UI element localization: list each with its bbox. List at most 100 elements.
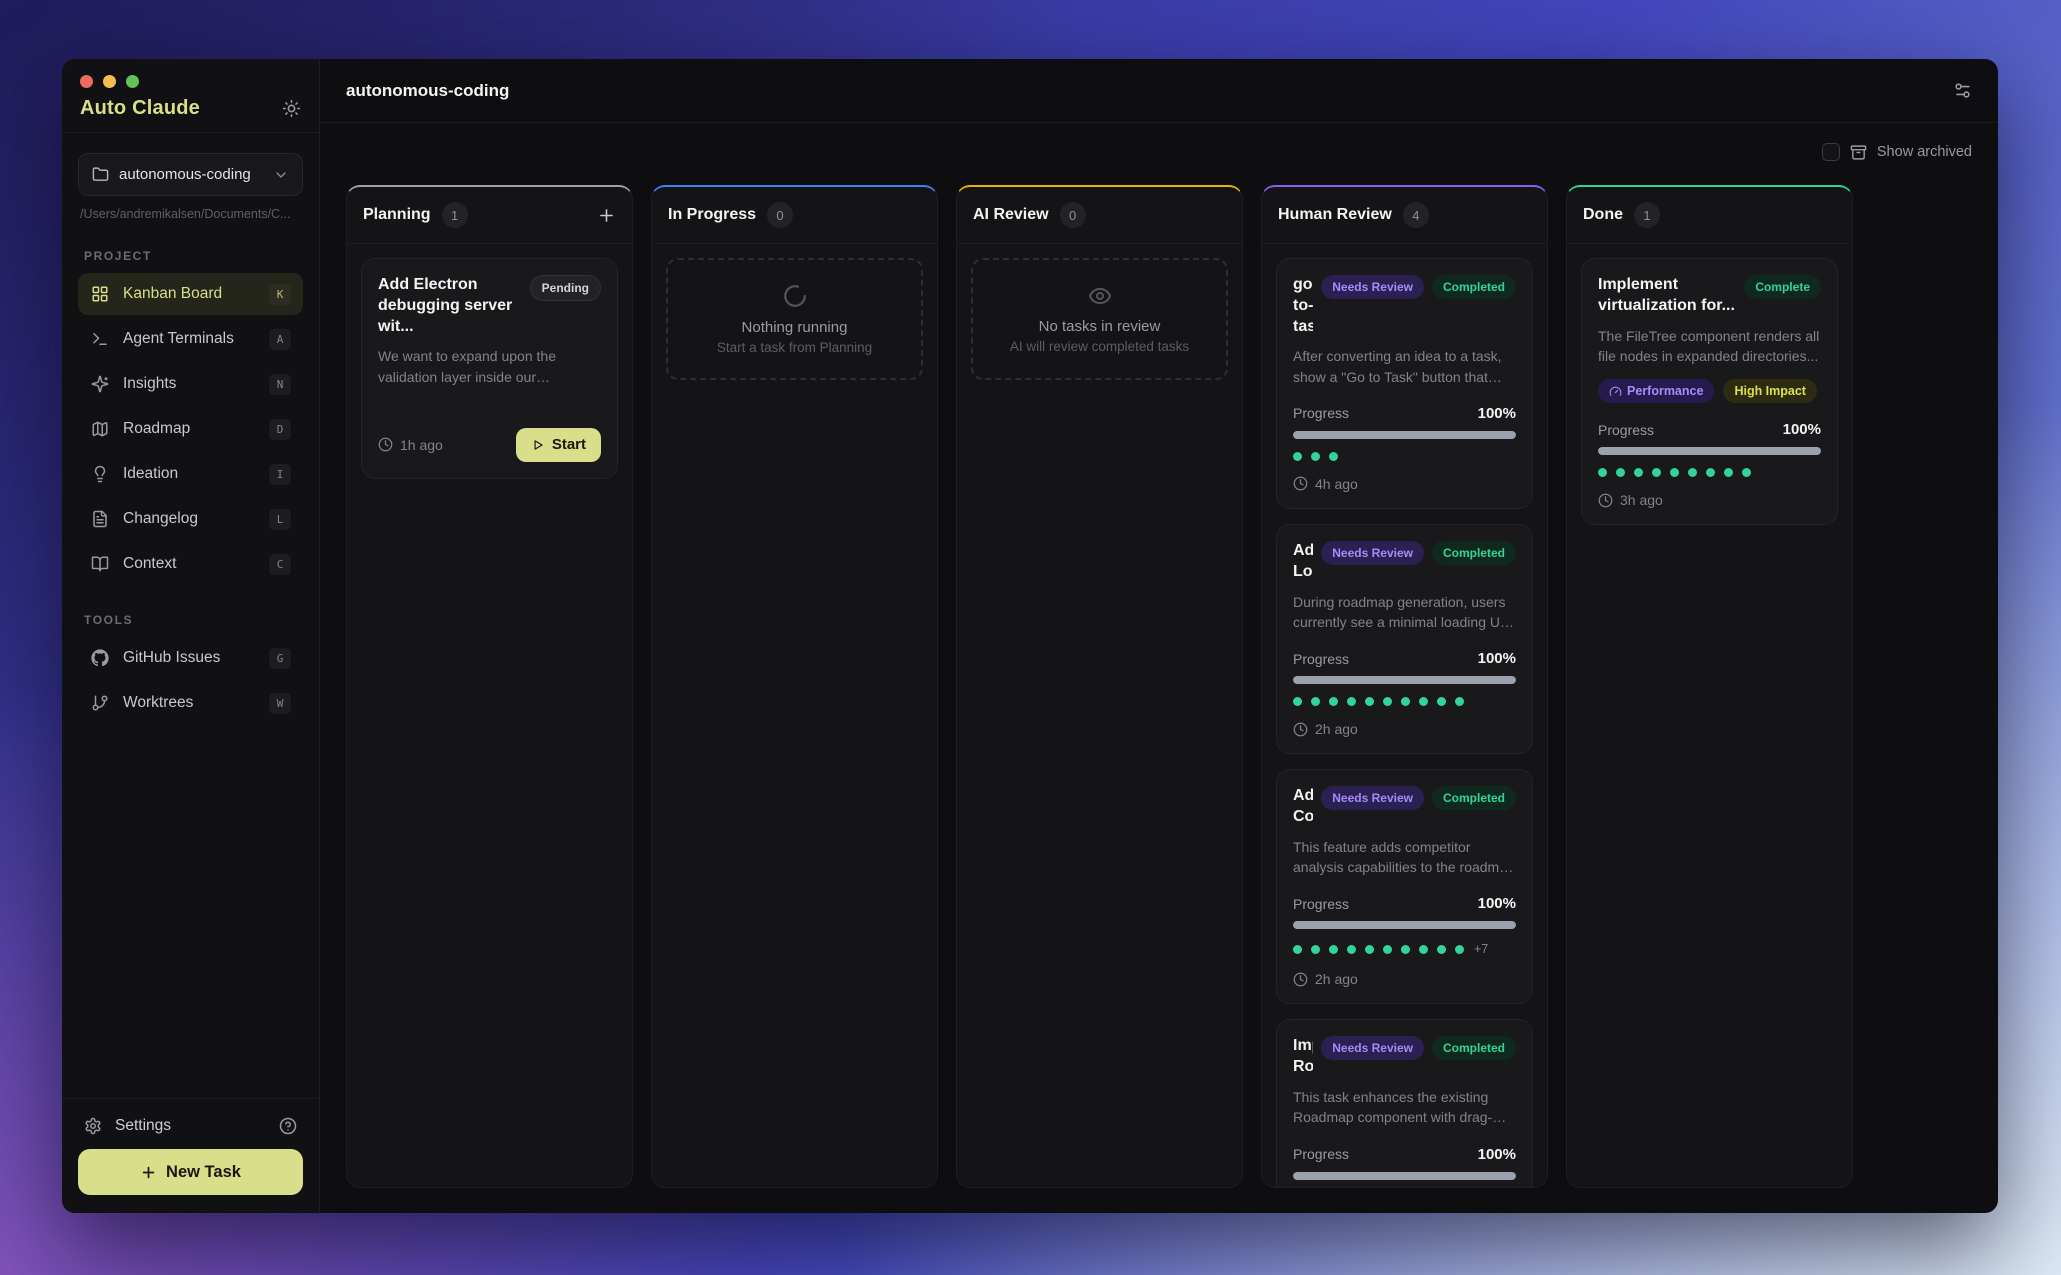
task-card[interactable]: Implemen Roadm... Needs Review Completed… [1276, 1019, 1533, 1187]
task-card[interactable]: Add Comp... Needs Review Completed This … [1276, 769, 1533, 1004]
task-tags: Performance High Impact [1598, 379, 1821, 403]
task-timestamp: 3h ago [1598, 492, 1663, 508]
new-task-button[interactable]: New Task [78, 1149, 303, 1195]
sidebar-item-label: Kanban Board [123, 285, 222, 303]
sidebar-item-label: Agent Terminals [123, 330, 234, 348]
progress-value: 100% [1783, 421, 1821, 438]
project-selector-value: autonomous-coding [119, 166, 251, 183]
settings-button[interactable]: Settings [78, 1113, 303, 1149]
sun-icon [282, 99, 301, 118]
close-window-button[interactable] [80, 75, 93, 88]
progress-dot [1329, 697, 1338, 706]
clock-icon [1598, 493, 1613, 508]
progress-bar [1293, 676, 1516, 684]
progress-dot [1437, 945, 1446, 954]
progress-dot [1347, 697, 1356, 706]
task-description: After converting an idea to a task, show… [1293, 346, 1516, 387]
lightbulb-icon [90, 465, 110, 483]
progress-dot [1455, 945, 1464, 954]
maximize-window-button[interactable] [126, 75, 139, 88]
theme-toggle-button[interactable] [282, 99, 301, 118]
progress-dot [1365, 945, 1374, 954]
subtask-dots [1598, 468, 1821, 477]
progress-dot [1329, 945, 1338, 954]
progress-dot [1311, 452, 1320, 461]
column-name: Human Review [1278, 206, 1392, 224]
progress-dot [1706, 468, 1715, 477]
settings-label: Settings [115, 1117, 171, 1135]
project-selector[interactable]: autonomous-coding [78, 153, 303, 196]
progress-dot [1437, 697, 1446, 706]
empty-state: Nothing running Start a task from Planni… [666, 258, 923, 380]
progress-dot [1419, 945, 1428, 954]
task-card[interactable]: Add Electron debugging server wit... Pen… [361, 258, 618, 479]
help-button[interactable] [279, 1117, 297, 1135]
sidebar-item-worktrees[interactable]: Worktrees W [78, 682, 303, 724]
desktop-background: Auto Claude autonomous-coding [0, 0, 2061, 1275]
sidebar-item-roadmap[interactable]: Roadmap D [78, 408, 303, 450]
sidebar-item-changelog[interactable]: Changelog L [78, 498, 303, 540]
new-task-label: New Task [166, 1163, 241, 1182]
progress-bar [1598, 447, 1821, 455]
section-label-tools: TOOLS [84, 613, 297, 627]
progress-dot [1670, 468, 1679, 477]
gear-icon [84, 1117, 102, 1135]
column-header: Planning 1 [347, 187, 632, 244]
board-options-button[interactable] [1953, 81, 1972, 100]
task-title: Implement virtualization for... [1598, 275, 1736, 317]
task-description: During roadmap generation, users current… [1293, 592, 1516, 633]
task-card[interactable]: Implement virtualization for... Complete… [1581, 258, 1838, 525]
task-card[interactable]: Add Loadin... Needs Review Completed Dur… [1276, 524, 1533, 754]
minimize-window-button[interactable] [103, 75, 116, 88]
column-name: AI Review [973, 206, 1049, 224]
progress-dot [1293, 452, 1302, 461]
book-open-icon [90, 555, 110, 573]
add-task-button[interactable] [597, 206, 616, 225]
progress-dot [1598, 468, 1607, 477]
show-archived-label: Show archived [1877, 144, 1972, 160]
task-card[interactable]: go-to-task-... Needs Review Completed Af… [1276, 258, 1533, 509]
plus-icon [140, 1164, 157, 1181]
completed-badge: Completed [1432, 786, 1516, 810]
status-badge: Pending [530, 275, 601, 301]
sidebar-item-label: Insights [123, 375, 176, 393]
sidebar-item-ideation[interactable]: Ideation I [78, 453, 303, 495]
sidebar-item-context[interactable]: Context C [78, 543, 303, 585]
progress-dot [1401, 945, 1410, 954]
progress-dot [1365, 697, 1374, 706]
sidebar-item-kanban-board[interactable]: Kanban Board K [78, 273, 303, 315]
sidebar-item-label: Context [123, 555, 176, 573]
help-circle-icon [279, 1117, 297, 1135]
progress-value: 100% [1478, 1146, 1516, 1163]
shortcut-badge: K [269, 284, 291, 305]
task-timestamp: 1h ago [378, 437, 443, 453]
start-task-button[interactable]: Start [516, 428, 601, 462]
column-planning: Planning 1 Add Electron debugging server… [346, 185, 633, 1188]
completed-badge: Completed [1432, 541, 1516, 565]
main-header: autonomous-coding [320, 59, 1998, 123]
archive-icon [1850, 144, 1867, 161]
chevron-down-icon [273, 167, 289, 183]
tools-nav: GitHub Issues G Worktrees W [78, 637, 303, 724]
gauge-icon [1609, 385, 1622, 398]
progress-dot [1455, 697, 1464, 706]
shortcut-badge: L [269, 509, 291, 530]
shortcut-badge: A [269, 329, 291, 350]
progress-bar [1293, 431, 1516, 439]
shortcut-badge: I [269, 464, 291, 485]
show-archived-checkbox[interactable] [1822, 143, 1840, 161]
dots-overflow-count: +7 [1474, 942, 1488, 956]
shortcut-badge: W [269, 693, 291, 714]
shortcut-badge: D [269, 419, 291, 440]
app-title: Auto Claude [80, 97, 200, 120]
column-header: Done 1 [1567, 187, 1852, 244]
progress-label: Progress [1293, 896, 1349, 912]
terminal-icon [90, 330, 110, 348]
sidebar-item-github-issues[interactable]: GitHub Issues G [78, 637, 303, 679]
sidebar-item-agent-terminals[interactable]: Agent Terminals A [78, 318, 303, 360]
map-icon [90, 420, 110, 438]
high-impact-tag: High Impact [1723, 379, 1817, 403]
task-title: Add Loadin... [1293, 541, 1313, 583]
performance-tag: Performance [1598, 379, 1714, 403]
sidebar-item-insights[interactable]: Insights N [78, 363, 303, 405]
